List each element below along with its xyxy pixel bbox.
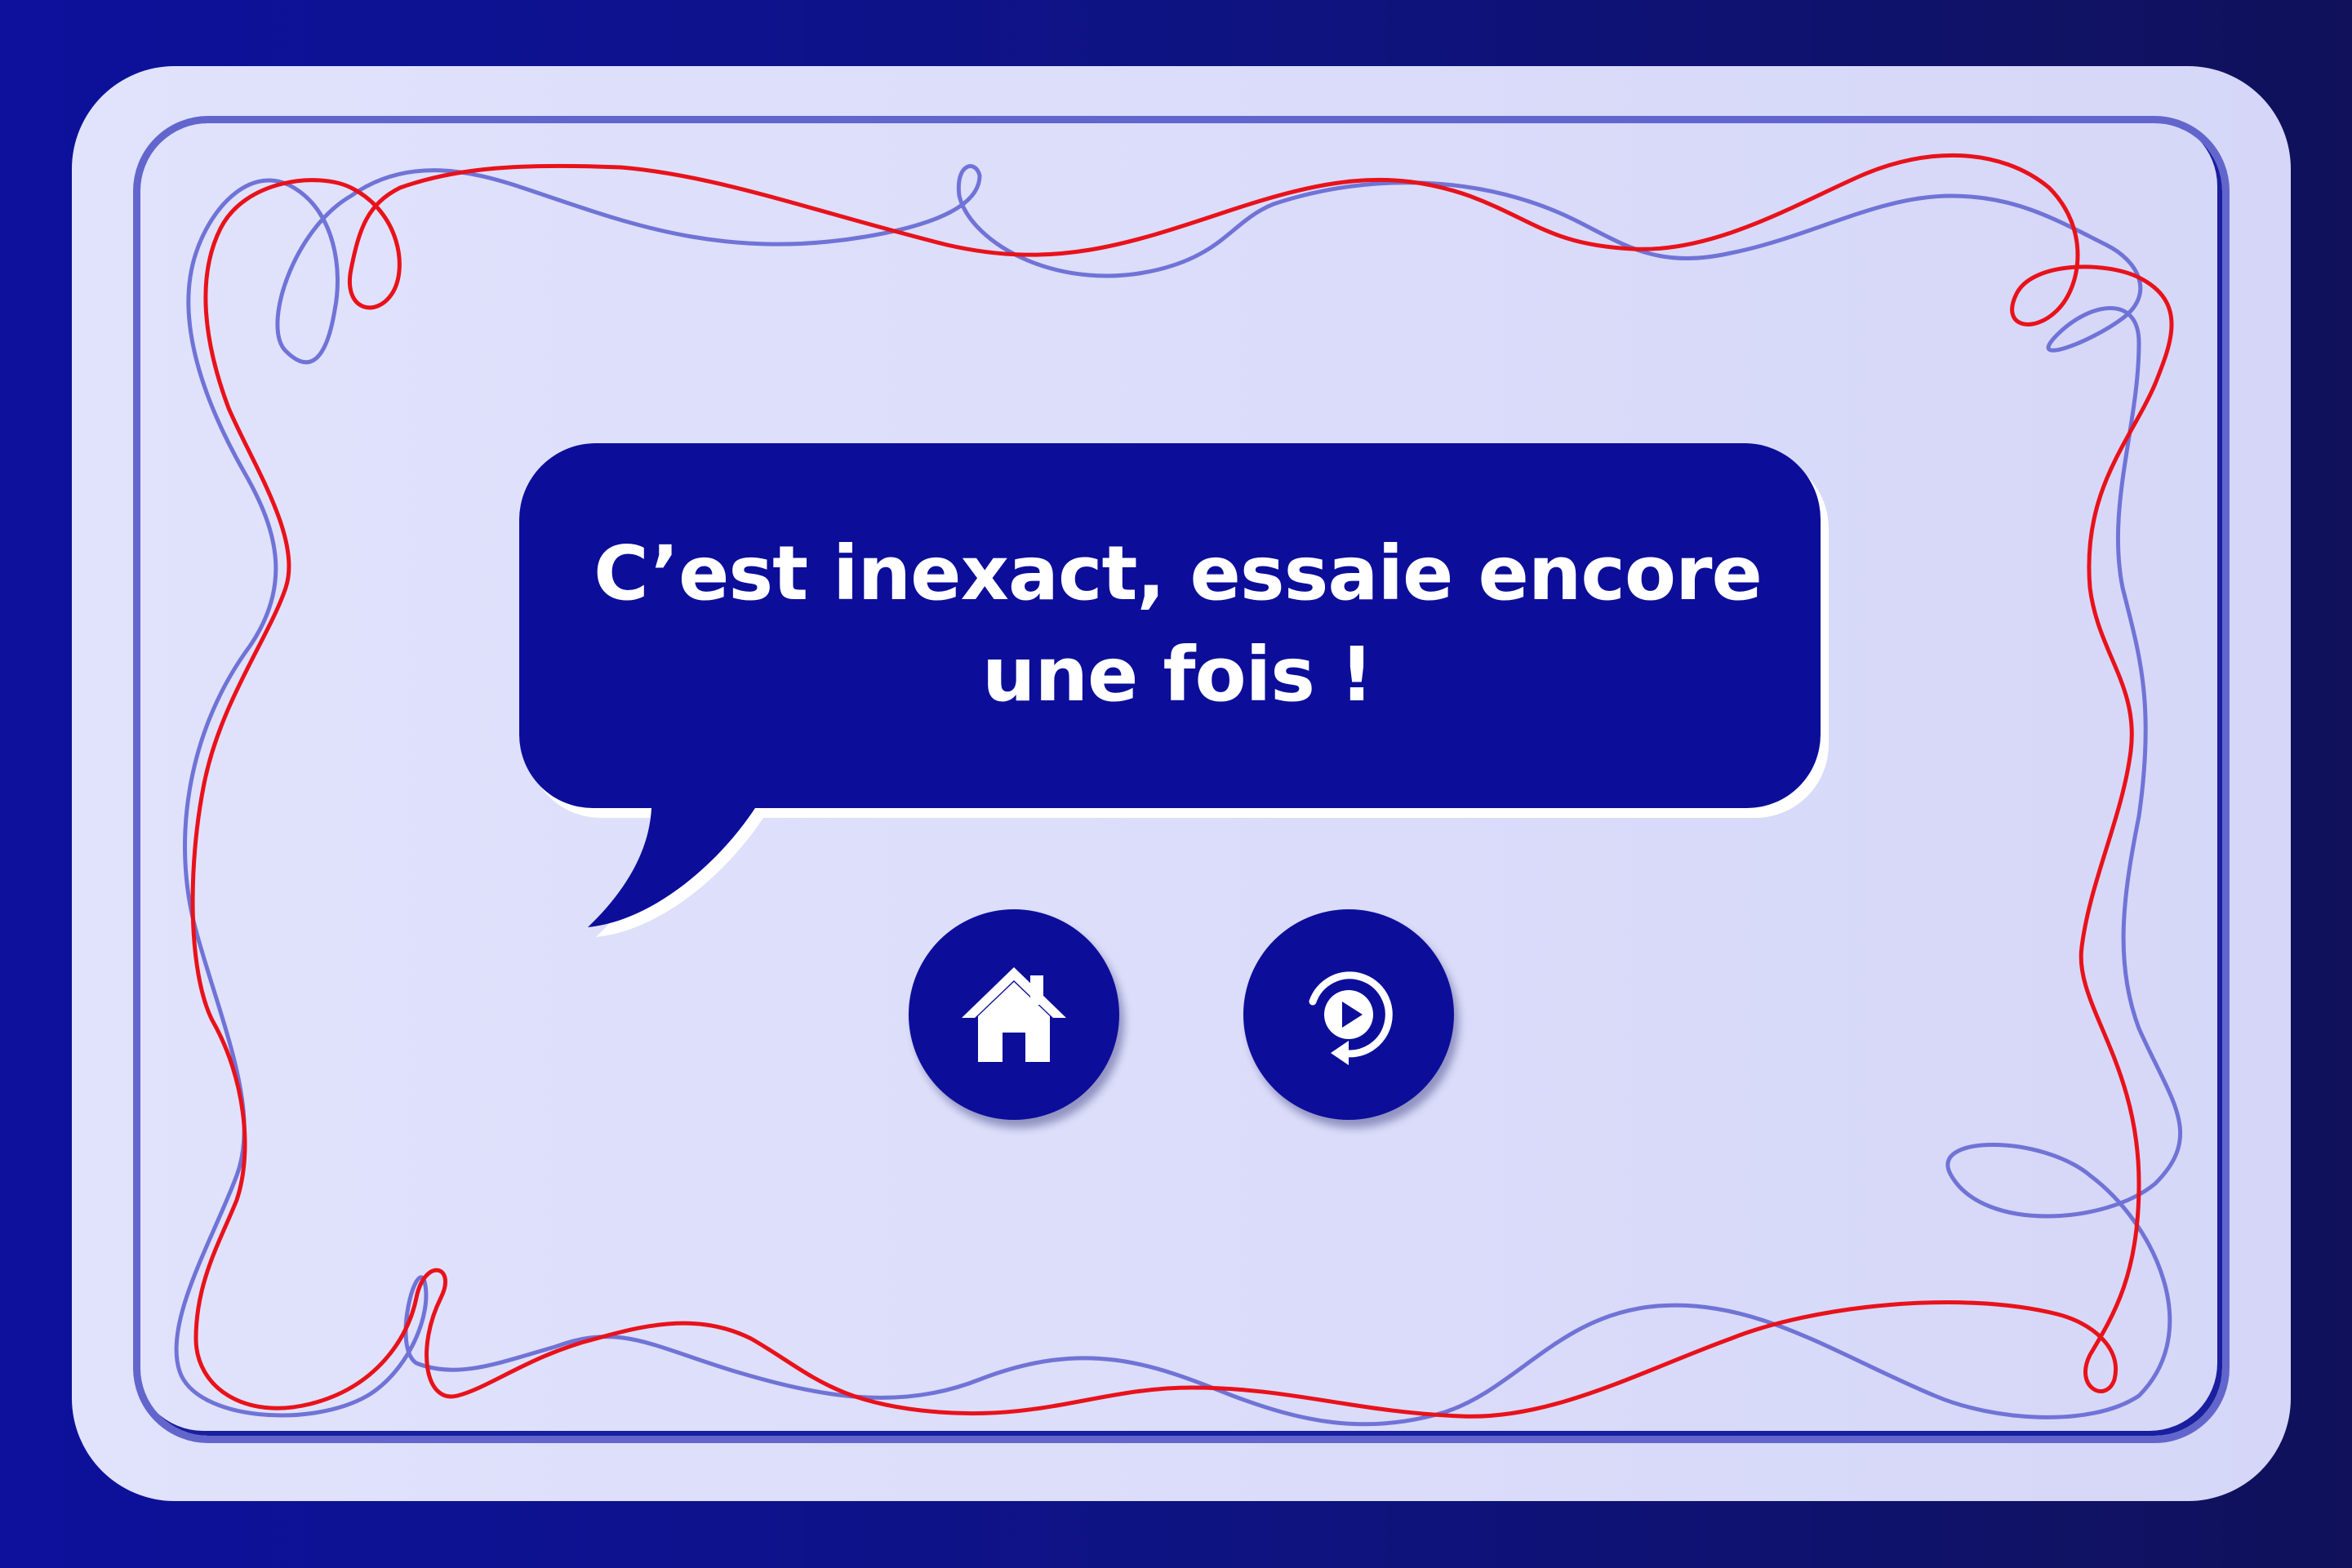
feedback-message: C’est inexact, essaie encore une fois ! <box>522 502 1833 747</box>
speech-bubble <box>519 443 1829 937</box>
home-icon <box>962 967 1066 1062</box>
replay-button[interactable] <box>1243 909 1454 1120</box>
home-button[interactable] <box>909 909 1119 1120</box>
replay-icon <box>1309 971 1393 1065</box>
feedback-line-1: C’est inexact, essaie encore <box>594 530 1763 617</box>
feedback-line-2: une fois ! <box>982 631 1374 718</box>
